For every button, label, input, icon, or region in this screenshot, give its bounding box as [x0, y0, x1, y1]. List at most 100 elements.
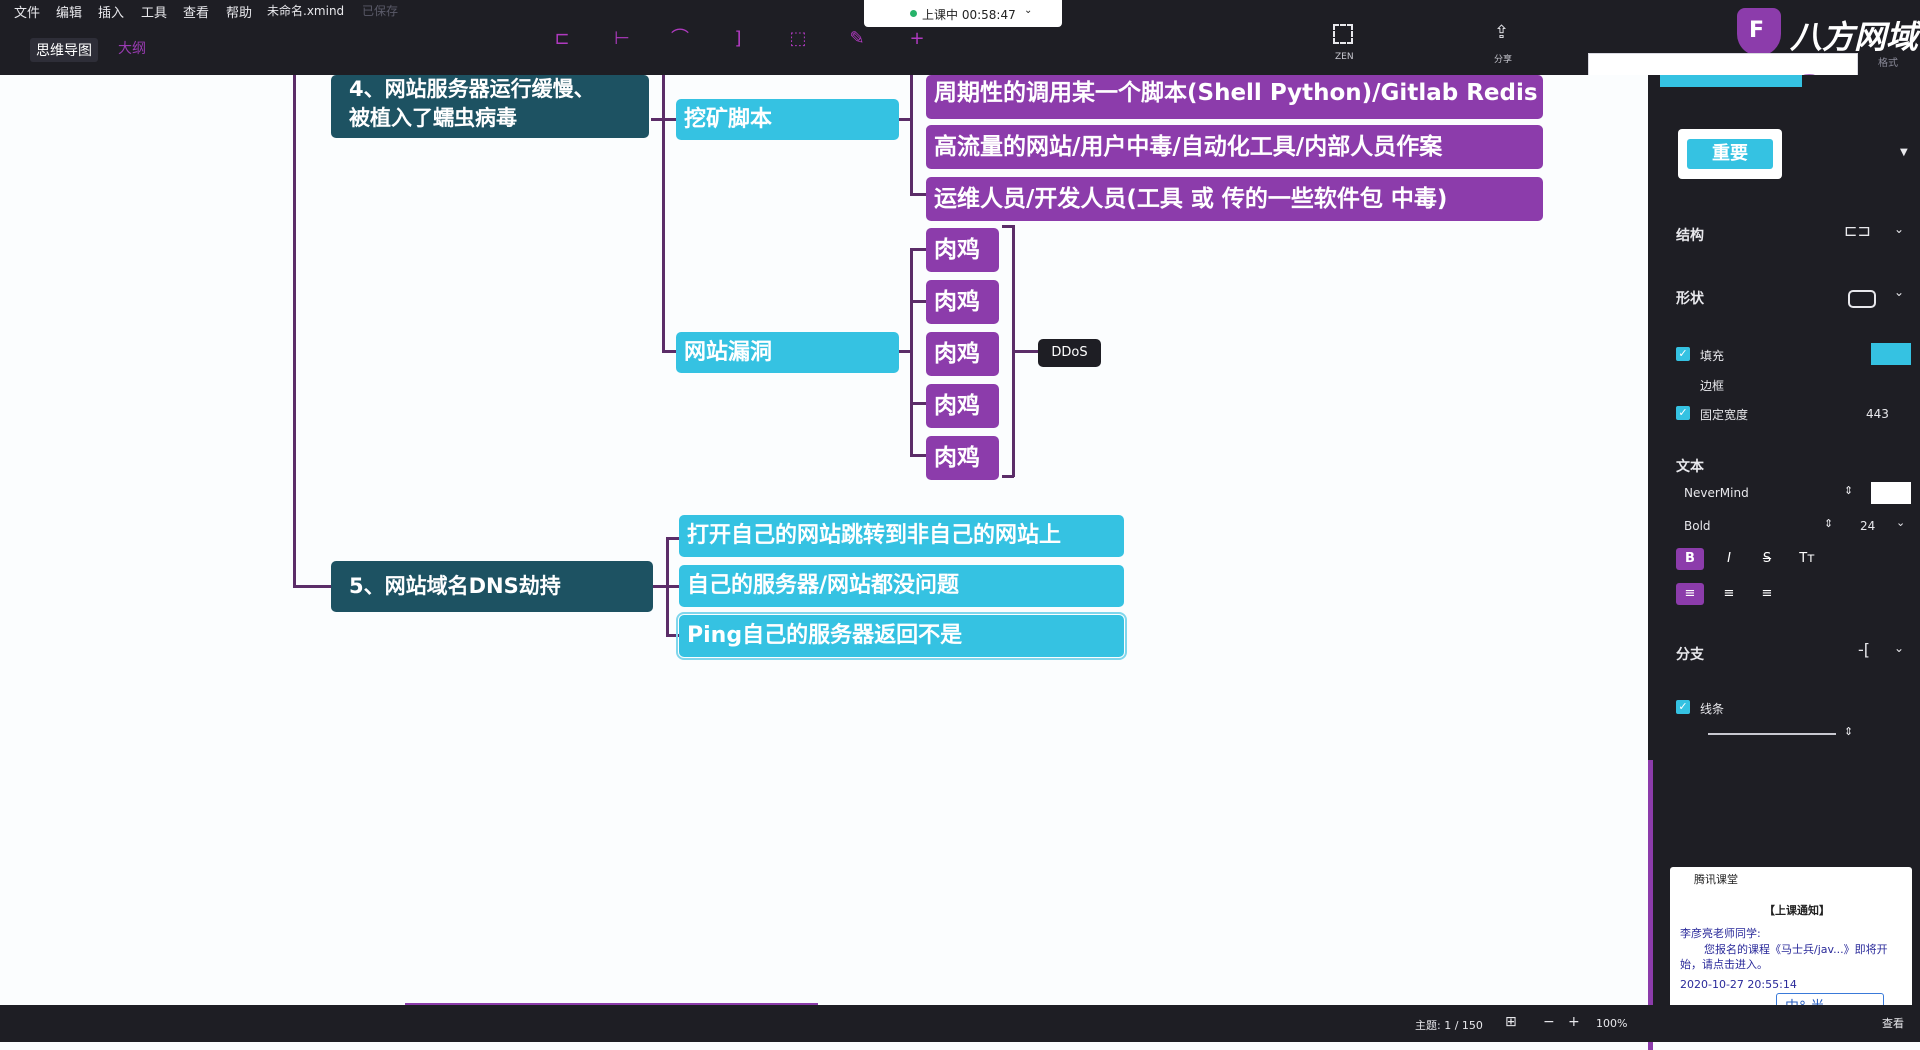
- select-arrows-icon[interactable]: ⇕: [1844, 484, 1853, 497]
- chevron-down-icon[interactable]: ⌄: [1894, 285, 1904, 299]
- align-left-icon[interactable]: ≡: [1676, 583, 1704, 605]
- line-label: 线条: [1700, 702, 1725, 716]
- topic-server-ok[interactable]: 自己的服务器/网站都没问题: [679, 565, 1124, 607]
- menu-view[interactable]: 查看: [183, 2, 209, 21]
- text-label: 文本: [1676, 459, 1704, 475]
- topic-zombie[interactable]: 肉鸡: [926, 384, 999, 428]
- summary-bracket: [1002, 225, 1014, 228]
- note-icon[interactable]: ✎: [842, 24, 872, 54]
- strikethrough-button[interactable]: S: [1753, 548, 1781, 570]
- branch-style-icon[interactable]: -[: [1858, 640, 1870, 659]
- notification-time: 2020-10-27 20:55:14: [1680, 978, 1797, 991]
- mindmap-canvas[interactable]: 4、网站服务器运行缓慢、 被植入了蠕虫病毒 5、网站域名DNS劫持 挖矿脚本 网…: [0, 75, 1648, 1005]
- topic-redirect[interactable]: 打开自己的网站跳转到非自己的网站上: [679, 515, 1124, 557]
- chevron-down-icon[interactable]: ⌄: [1894, 222, 1904, 236]
- brand-name: 八方网域: [1790, 18, 1919, 56]
- summary-icon[interactable]: ]: [723, 24, 753, 54]
- boundary-icon[interactable]: ⬚: [783, 24, 813, 54]
- size-select[interactable]: 24: [1860, 519, 1875, 533]
- menu-edit[interactable]: 编辑: [56, 2, 82, 21]
- zoom-level[interactable]: 100%: [1596, 1017, 1627, 1030]
- chevron-down-icon[interactable]: ⌄: [1024, 5, 1032, 16]
- weight-select[interactable]: Bold: [1684, 519, 1711, 533]
- notification-title: 【上课通知】: [1764, 904, 1830, 917]
- structure-label: 结构: [1676, 228, 1704, 244]
- connector: [910, 75, 913, 196]
- line-checkbox[interactable]: ✓: [1676, 700, 1690, 714]
- style-preview[interactable]: 重要: [1678, 129, 1782, 179]
- connector: [662, 75, 665, 353]
- align-right-icon[interactable]: ≡: [1753, 583, 1781, 605]
- class-status-text: 上课中 00:58:47: [922, 8, 1016, 22]
- connector: [651, 118, 677, 121]
- summary-ddos[interactable]: DDoS: [1038, 339, 1101, 367]
- zoom-in-icon[interactable]: +: [1568, 1014, 1580, 1030]
- topic-zombie[interactable]: 肉鸡: [926, 436, 999, 480]
- tab-outline[interactable]: 大纲: [118, 38, 146, 58]
- text-color-swatch[interactable]: [1871, 482, 1911, 504]
- notification-greeting: 李彦亮老师同学:: [1680, 927, 1761, 940]
- fill-label: 填充: [1700, 349, 1725, 363]
- dropdown-icon[interactable]: ▼: [1900, 147, 1908, 158]
- topic-count: 主题: 1 / 150: [1415, 1019, 1483, 1032]
- font-select[interactable]: NeverMind: [1684, 486, 1749, 500]
- shape-icon[interactable]: [1848, 290, 1876, 308]
- tab-mindmap[interactable]: 思维导图: [30, 38, 98, 62]
- format-tab-label[interactable]: 格式: [1878, 54, 1898, 69]
- zen-icon[interactable]: [1333, 24, 1353, 44]
- topic-zombie[interactable]: 肉鸡: [926, 280, 999, 324]
- topic-dns-hijack[interactable]: 5、网站域名DNS劫持: [331, 561, 653, 612]
- relationship-icon[interactable]: ⌒: [665, 24, 695, 54]
- topic-periodic-script[interactable]: 周期性的调用某一个脚本(Shell Python)/Gitlab Redis: [926, 75, 1543, 119]
- topic-ping-result[interactable]: Ping自己的服务器返回不是: [676, 612, 1127, 660]
- book-icon[interactable]: ⊞: [1505, 1014, 1517, 1030]
- select-arrows-icon[interactable]: ⇕: [1824, 517, 1833, 530]
- brand-logo: F: [1737, 8, 1781, 56]
- menu-insert[interactable]: 插入: [98, 2, 124, 21]
- style-button: 重要: [1687, 139, 1773, 169]
- topic-zombie[interactable]: 肉鸡: [926, 332, 999, 376]
- fixed-width-checkbox[interactable]: ✓: [1676, 406, 1690, 420]
- topic-website-vuln[interactable]: 网站漏洞: [676, 332, 899, 373]
- add-icon[interactable]: +: [902, 24, 932, 54]
- fill-checkbox[interactable]: ✓: [1676, 347, 1690, 361]
- topic-zombie[interactable]: 肉鸡: [926, 228, 999, 272]
- select-arrows-icon[interactable]: ⇕: [1844, 725, 1853, 738]
- share-icon[interactable]: ⇪: [1494, 22, 1509, 43]
- notification-body: 您报名的课程《马士兵/jav...》即将开始，请点击进入。: [1680, 943, 1888, 971]
- chevron-down-icon[interactable]: ⌄: [1896, 516, 1905, 529]
- topic-text: 4、网站服务器运行缓慢、: [349, 77, 595, 101]
- shape-label: 形状: [1676, 291, 1704, 307]
- view-label[interactable]: 查看: [1882, 1015, 1904, 1031]
- save-state: 已保存: [362, 4, 399, 18]
- menu-file[interactable]: 文件: [14, 2, 40, 21]
- topic-ops-dev[interactable]: 运维人员/开发人员(工具 或 传的一些软件包 中毒): [926, 177, 1543, 221]
- text-case-button[interactable]: Tт: [1793, 548, 1821, 570]
- border-label: 边框: [1700, 379, 1725, 393]
- fixed-width-value[interactable]: 443: [1866, 407, 1889, 421]
- line-style-select[interactable]: [1708, 733, 1836, 735]
- subtopic-icon[interactable]: ⊢: [607, 24, 637, 54]
- panel-tab-indicator: [1660, 75, 1802, 87]
- insert-topic-icon[interactable]: ⊏: [547, 24, 577, 54]
- chevron-down-icon[interactable]: ⌄: [1894, 641, 1904, 655]
- status-bar: 主题: 1 / 150 ⊞ − + 100% 查看: [0, 1005, 1920, 1042]
- menu-help[interactable]: 帮助: [226, 2, 252, 21]
- branch-label: 分支: [1676, 647, 1704, 663]
- share-label: 分享: [1494, 55, 1513, 65]
- menu-tools[interactable]: 工具: [141, 2, 167, 21]
- italic-button[interactable]: I: [1715, 548, 1743, 570]
- connector: [666, 537, 669, 637]
- zoom-out-icon[interactable]: −: [1543, 1014, 1555, 1030]
- topic-high-traffic[interactable]: 高流量的网站/用户中毒/自动化工具/内部人员作案: [926, 125, 1543, 169]
- topic-slow-server[interactable]: 4、网站服务器运行缓慢、 被植入了蠕虫病毒: [331, 75, 649, 138]
- bold-button[interactable]: B: [1676, 548, 1704, 570]
- notification-app: 腾讯课堂: [1694, 873, 1738, 886]
- align-center-icon[interactable]: ≡: [1715, 583, 1743, 605]
- summary-bracket: [1002, 475, 1014, 478]
- class-status-pill[interactable]: 上课中 00:58:47 ⌄: [864, 0, 1062, 27]
- structure-icon[interactable]: ⊏⊐: [1844, 221, 1871, 240]
- format-panel: 重要 ▼ 结构 ⊏⊐ ⌄ 形状 ⌄ ✓ 填充 边框 ✓ 固定宽度 443 文本 …: [1648, 75, 1920, 1050]
- topic-mining-script[interactable]: 挖矿脚本: [676, 99, 899, 140]
- fill-color-swatch[interactable]: [1871, 343, 1911, 365]
